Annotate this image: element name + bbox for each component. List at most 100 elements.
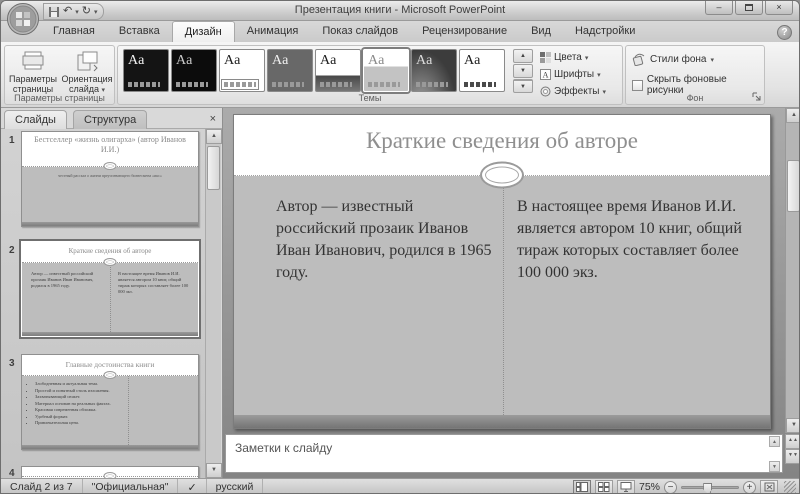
theme-thumbnail-selected[interactable]: Aa	[363, 49, 409, 92]
tab-insert[interactable]: Вставка	[107, 21, 172, 42]
scroll-down-icon[interactable]: ▼	[786, 418, 800, 433]
close-button[interactable]: ×	[765, 1, 793, 15]
thumb-bullet: Удобный формат.	[35, 414, 124, 420]
theme-thumbnail[interactable]: Aa	[171, 49, 217, 92]
resize-grip[interactable]	[784, 481, 796, 493]
zoom-level-label[interactable]: 75%	[639, 481, 660, 493]
zoom-in-button[interactable]: +	[743, 481, 756, 494]
theme-color-swatches	[320, 82, 352, 87]
slide-ornament	[480, 162, 524, 189]
themes-scroll-down-button[interactable]: ▼	[513, 64, 533, 78]
page-setup-icon	[21, 50, 45, 72]
slide-orientation-button[interactable]: Ориентация слайда ▾	[61, 50, 113, 94]
background-styles-button[interactable]: Стили фона ▾	[632, 53, 714, 66]
scroll-down-icon[interactable]: ▼	[206, 463, 222, 478]
tab-review[interactable]: Рецензирование	[410, 21, 519, 42]
tab-view[interactable]: Вид	[519, 21, 563, 42]
slide-thumbnail-1[interactable]: Бестселлер «жизнь олигарха» (автор Ивано…	[21, 131, 199, 227]
title-bar[interactable]: Презентация книги - Microsoft PowerPoint	[1, 1, 799, 21]
theme-thumbnail[interactable]: Aa	[459, 49, 505, 92]
thumb-title: Главные достоинства книги	[22, 360, 198, 369]
slideshow-view-button[interactable]	[617, 480, 635, 494]
close-pane-icon[interactable]: ×	[210, 113, 216, 125]
theme-thumbnail[interactable]: Aa	[411, 49, 457, 92]
work-area: Слайды Структура × 1 Бестселлер «жизнь о…	[1, 108, 800, 478]
theme-color-swatches	[128, 82, 160, 87]
office-button-icon[interactable]	[6, 2, 40, 36]
zoom-slider[interactable]	[681, 486, 739, 489]
thumb-body: Злободневная и актуальная тема. Простой …	[22, 376, 198, 447]
help-icon[interactable]: ?	[777, 25, 792, 40]
tab-animation[interactable]: Анимация	[235, 21, 311, 42]
chevron-down-icon: ▾	[597, 71, 601, 79]
slide-left-text[interactable]: Автор — известный российский прозаик Ива…	[276, 196, 492, 284]
spellcheck-indicator[interactable]: ✓	[178, 479, 206, 494]
tab-addins[interactable]: Надстройки	[563, 21, 647, 42]
slide-canvas[interactable]: Краткие сведения об авторе Автор — извес…	[233, 114, 771, 429]
theme-thumbnail[interactable]: Aa	[315, 49, 361, 92]
theme-aa-label: Aa	[272, 53, 308, 68]
tab-slides[interactable]: Слайды	[4, 110, 67, 129]
scroll-down-icon[interactable]: ▼	[769, 461, 780, 472]
slide-right-text[interactable]: В настоящее время Иванов И.И. является а…	[517, 196, 755, 284]
theme-thumbnail[interactable]: Aa	[219, 49, 265, 92]
pane-scrollbar[interactable]: ▲ ▼	[205, 129, 221, 478]
tab-design[interactable]: Дизайн	[172, 21, 235, 42]
theme-name-indicator[interactable]: "Официальная"	[83, 479, 179, 494]
theme-aa-label: Aa	[464, 53, 500, 68]
thumb-bullet: Красивая современная обложка.	[35, 407, 124, 413]
background-group: Стили фона ▾ Скрыть фоновые рисунки Фон	[625, 45, 765, 105]
slide-thumbnail-2-selected[interactable]: Краткие сведения об авторе Автор — извес…	[21, 241, 199, 337]
themes-gallery-scroll: ▲ ▼ ▼	[513, 49, 533, 94]
main-scrollbar[interactable]: ▲ ▼	[785, 108, 800, 433]
fit-to-window-button[interactable]	[760, 480, 778, 494]
scroll-up-icon[interactable]: ▲	[786, 108, 800, 123]
slide-sorter-view-button[interactable]	[595, 480, 613, 494]
theme-colors-button[interactable]: Цвета ▾	[540, 50, 620, 65]
thumb-footer-strip	[22, 332, 198, 336]
maximize-button[interactable]	[735, 1, 763, 15]
qat-customize-icon[interactable]: ▾	[94, 8, 98, 16]
theme-aa-label: Aa	[416, 53, 452, 68]
slide-title[interactable]: Краткие сведения об авторе	[234, 128, 770, 154]
theme-color-swatches	[416, 82, 448, 87]
pane-scrollbar-thumb[interactable]	[207, 146, 220, 190]
slide-number: 3	[9, 358, 15, 369]
redo-icon[interactable]: ↻	[82, 5, 91, 18]
slide-thumbnail-4[interactable]	[21, 466, 199, 478]
previous-slide-button[interactable]: ▲▲	[785, 434, 800, 449]
next-slide-button[interactable]: ▼▼	[785, 449, 800, 464]
themes-more-button[interactable]: ▼	[513, 79, 533, 93]
slide-thumbnail-3[interactable]: Главные достоинства книги Злободневная и…	[21, 354, 199, 450]
thumb-bullet: Материал основан на реальных фактах.	[35, 401, 124, 407]
undo-dropdown-icon[interactable]: ▾	[75, 8, 79, 16]
theme-color-swatches	[176, 82, 208, 87]
tab-slideshow[interactable]: Показ слайдов	[310, 21, 410, 42]
slide-orientation-icon	[75, 50, 99, 72]
page-setup-group-label: Параметры страницы	[5, 93, 114, 103]
main-scrollbar-thumb[interactable]	[787, 160, 800, 212]
zoom-out-button[interactable]: −	[664, 481, 677, 494]
theme-thumbnail[interactable]: Aa	[267, 49, 313, 92]
scroll-up-icon[interactable]: ▲	[206, 129, 222, 144]
hide-background-checkbox[interactable]	[632, 80, 643, 91]
page-setup-button[interactable]: Параметры страницы	[7, 50, 59, 94]
save-icon[interactable]	[48, 6, 60, 18]
notes-pane[interactable]: Заметки к слайду ▲ ▼	[225, 434, 783, 473]
thumb-body: Автор — известный российский прозаик Ива…	[22, 263, 198, 334]
background-group-label: Фон	[626, 93, 764, 103]
scroll-up-icon[interactable]: ▲	[769, 436, 780, 447]
tab-home[interactable]: Главная	[41, 21, 107, 42]
slide-body: Автор — известный российский прозаик Ива…	[234, 176, 770, 417]
language-indicator[interactable]: русский	[207, 479, 264, 494]
theme-thumbnail[interactable]: Aa	[123, 49, 169, 92]
themes-scroll-up-button[interactable]: ▲	[513, 49, 533, 63]
undo-icon[interactable]: ↶	[63, 5, 72, 18]
slide-counter[interactable]: Слайд 2 из 7	[1, 479, 83, 494]
normal-view-button[interactable]	[573, 480, 591, 494]
tab-outline[interactable]: Структура	[73, 110, 147, 129]
notes-placeholder[interactable]: Заметки к слайду	[235, 441, 332, 455]
minimize-button[interactable]: –	[705, 1, 733, 15]
theme-fonts-button[interactable]: A Шрифты ▾	[540, 67, 620, 82]
thumb-ornament	[104, 371, 117, 379]
